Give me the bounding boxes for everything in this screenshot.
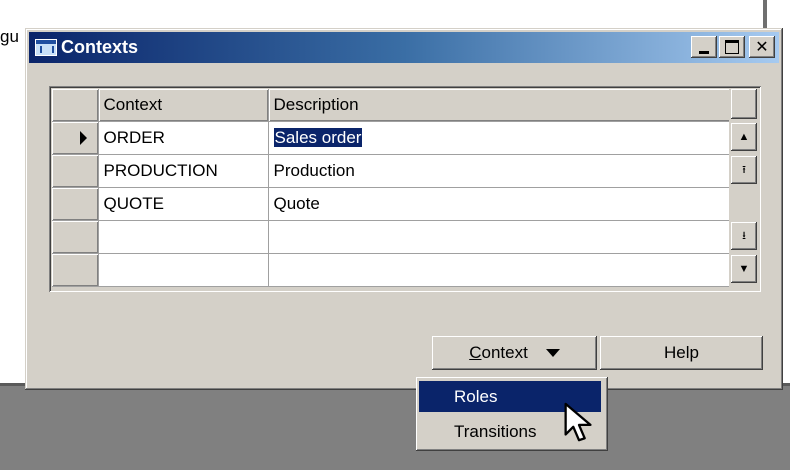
scrollbar-header-cell — [731, 89, 757, 119]
arrow-up-icon: ▲ — [738, 131, 750, 143]
cell-context[interactable]: ORDER — [98, 121, 269, 155]
cell-description[interactable]: Quote — [268, 187, 731, 221]
close-button[interactable]: ✕ — [749, 36, 775, 58]
table-row[interactable]: PRODUCTION Production — [52, 154, 731, 188]
help-button[interactable]: Help — [600, 336, 763, 370]
mouse-cursor-icon — [564, 402, 592, 442]
scrollbar-track[interactable] — [731, 187, 757, 221]
table-header-row: Context Description — [52, 89, 731, 122]
selected-cell-text[interactable]: Sales order — [273, 128, 363, 147]
cell-context[interactable] — [98, 220, 269, 254]
window-icon[interactable] — [35, 39, 57, 56]
vertical-scrollbar[interactable]: ▲ ⭱ ⭳ ▼ — [729, 89, 759, 289]
cell-description[interactable]: Production — [268, 154, 731, 188]
row-selector[interactable] — [52, 121, 99, 155]
context-button-label: ontext — [481, 343, 528, 362]
minimize-icon — [699, 50, 709, 54]
maximize-icon — [725, 40, 739, 54]
background-window-text: gu — [0, 27, 19, 46]
scroll-down-button[interactable]: ▼ — [731, 255, 757, 283]
chevron-down-icon — [545, 349, 560, 357]
context-button-mnemonic: C — [469, 343, 482, 362]
minimize-button[interactable] — [691, 36, 717, 58]
column-header-context[interactable]: Context — [98, 89, 269, 122]
row-selector[interactable] — [52, 253, 99, 287]
contexts-window: Contexts ✕ Context Description ORDER Sal… — [25, 28, 783, 390]
cell-description[interactable] — [268, 253, 731, 287]
cell-context[interactable]: QUOTE — [98, 187, 269, 221]
background-workspace — [0, 386, 790, 470]
row-header-corner — [52, 89, 99, 122]
column-header-description[interactable]: Description — [268, 89, 731, 122]
title-bar[interactable]: Contexts ✕ — [29, 32, 779, 63]
row-selector[interactable] — [52, 220, 99, 254]
background-window-border — [763, 0, 767, 30]
scroll-page-down-button[interactable]: ⭳ — [731, 222, 757, 250]
context-menu-button[interactable]: Context — [432, 336, 597, 370]
close-icon: ✕ — [755, 39, 769, 56]
page-up-icon: ⭱ — [742, 163, 746, 176]
window-title: Contexts — [61, 37, 139, 57]
contexts-grid[interactable]: Context Description ORDER Sales order PR… — [49, 86, 761, 292]
contexts-table: Context Description ORDER Sales order PR… — [52, 89, 731, 287]
cell-description[interactable] — [268, 220, 731, 254]
maximize-button[interactable] — [719, 36, 745, 58]
cell-context[interactable]: PRODUCTION — [98, 154, 269, 188]
scroll-page-up-button[interactable]: ⭱ — [731, 156, 757, 184]
page-down-icon: ⭳ — [742, 229, 746, 242]
table-row[interactable]: ORDER Sales order — [52, 121, 731, 155]
table-row[interactable] — [52, 253, 731, 287]
arrow-down-icon: ▼ — [738, 263, 750, 275]
table-row[interactable]: QUOTE Quote — [52, 187, 731, 221]
cell-context[interactable] — [98, 253, 269, 287]
current-row-indicator-icon — [80, 131, 87, 145]
scroll-up-button[interactable]: ▲ — [731, 123, 757, 151]
cell-description[interactable]: Sales order — [268, 121, 731, 155]
row-selector[interactable] — [52, 154, 99, 188]
table-row[interactable] — [52, 220, 731, 254]
row-selector[interactable] — [52, 187, 99, 221]
